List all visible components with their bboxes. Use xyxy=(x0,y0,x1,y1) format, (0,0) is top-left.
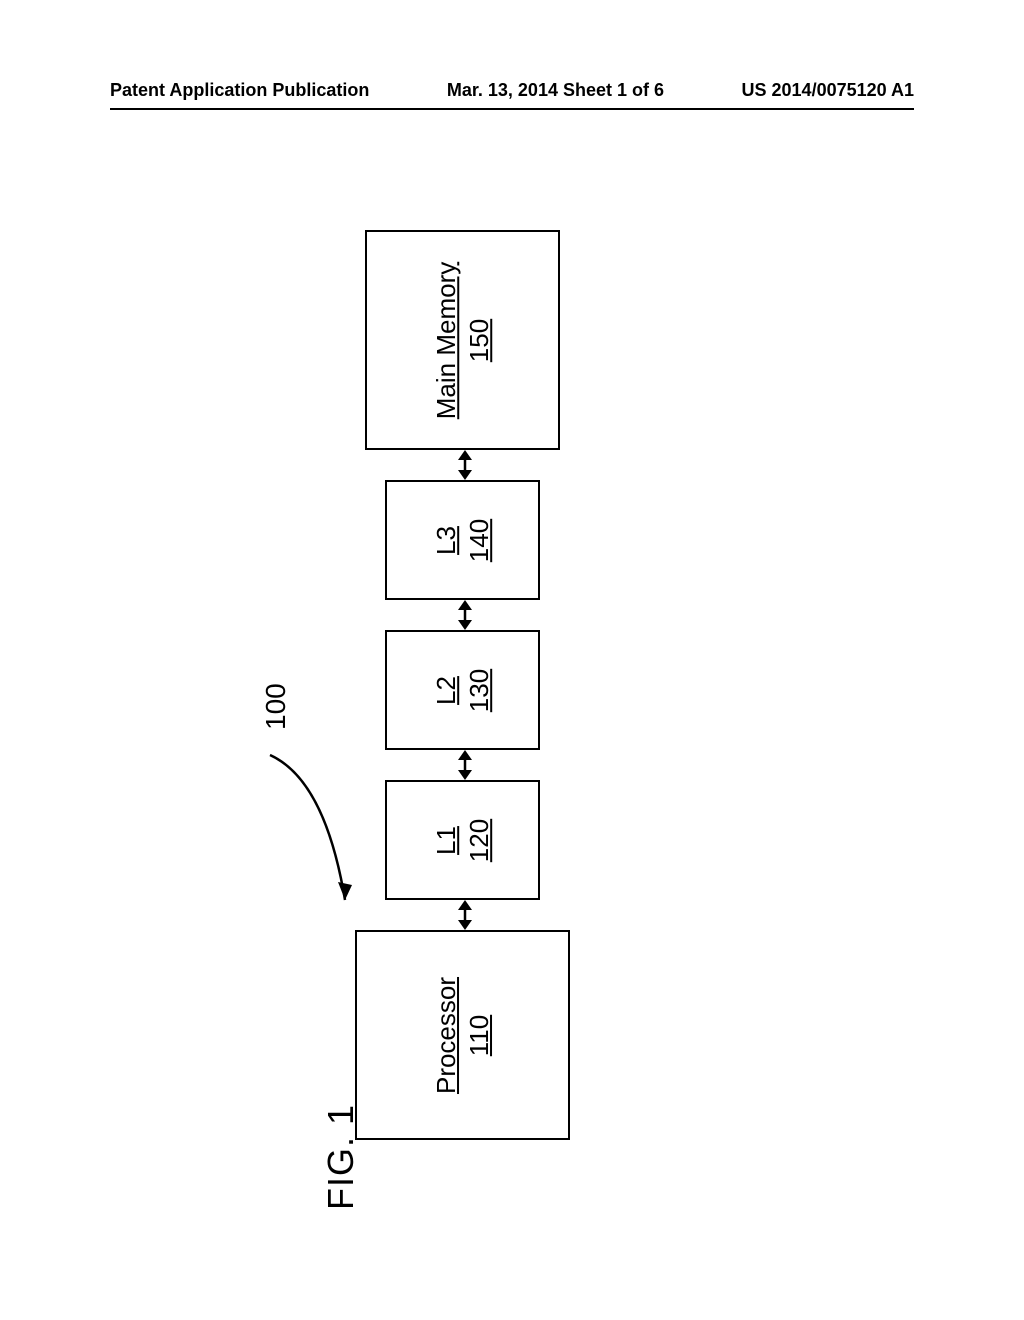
block-main-memory: Main Memory 150 xyxy=(365,230,560,450)
block-l1: L1 120 xyxy=(385,780,540,900)
block-processor-num: 110 xyxy=(462,976,495,1093)
figure-1: 100 Main Memory 150 L3 140 xyxy=(200,150,660,1200)
bidir-arrow-l1-proc xyxy=(453,900,477,930)
page-header: Patent Application Publication Mar. 13, … xyxy=(0,80,1024,101)
block-l1-label: L1 xyxy=(430,818,463,861)
block-l3-num: 140 xyxy=(462,518,495,561)
block-l3: L3 140 xyxy=(385,480,540,600)
header-left: Patent Application Publication xyxy=(110,80,369,101)
block-l3-label: L3 xyxy=(430,518,463,561)
reference-numeral-100: 100 xyxy=(260,683,292,730)
bidir-arrow-l3-l2 xyxy=(453,600,477,630)
block-processor: Processor 110 xyxy=(355,930,570,1140)
bidir-arrow-l2-l1 xyxy=(453,750,477,780)
bidir-arrow-mem-l3 xyxy=(453,450,477,480)
block-processor-label: Processor xyxy=(430,976,463,1093)
block-main-memory-label: Main Memory xyxy=(430,261,463,418)
block-l2-label: L2 xyxy=(430,668,463,711)
block-l1-num: 120 xyxy=(462,818,495,861)
block-main-memory-num: 150 xyxy=(462,261,495,418)
header-right: US 2014/0075120 A1 xyxy=(742,80,914,101)
header-center: Mar. 13, 2014 Sheet 1 of 6 xyxy=(447,80,664,101)
block-l2: L2 130 xyxy=(385,630,540,750)
reference-arrow-icon xyxy=(250,750,360,910)
block-l2-num: 130 xyxy=(462,668,495,711)
figure-label: FIG. 1 xyxy=(320,1104,362,1210)
header-rule xyxy=(110,108,914,110)
